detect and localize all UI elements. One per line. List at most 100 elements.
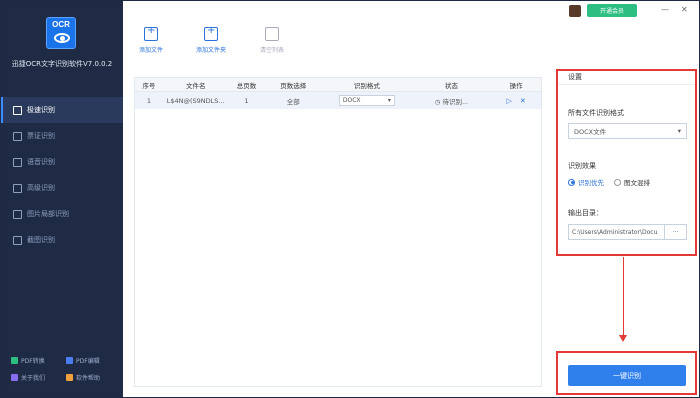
- sidebar-item-partial-recognition[interactable]: 图片局部识别: [1, 201, 123, 227]
- clear-list-label: 清空列表: [260, 47, 285, 54]
- format-value: DOCX: [342, 97, 361, 104]
- app-window: OCR 迅捷OCR文字识别软件V7.0.0.2 极速识别 票证识别 语音识别 高…: [0, 0, 700, 398]
- info-icon: [11, 374, 18, 381]
- sidebar: OCR 迅捷OCR文字识别软件V7.0.0.2 极速识别 票证识别 语音识别 高…: [1, 1, 123, 397]
- radio-dot: [614, 178, 621, 186]
- delete-icon[interactable]: ✕: [520, 97, 526, 105]
- effect-label: 识别效果: [568, 162, 596, 170]
- microphone-icon: [13, 157, 22, 167]
- vip-button[interactable]: 开通会员: [587, 4, 637, 17]
- pdf-edit-icon: [66, 357, 73, 364]
- minimize-icon[interactable]: —: [661, 5, 669, 14]
- col-index: 序号: [142, 81, 156, 90]
- col-actions: 操作: [509, 81, 523, 90]
- play-icon[interactable]: ▷: [506, 97, 511, 105]
- col-pages: 总页数: [236, 81, 257, 90]
- user-avatar[interactable]: [569, 5, 581, 17]
- add-file-button[interactable]: 添加文件: [139, 25, 164, 54]
- about-us-link[interactable]: 关于我们: [11, 373, 66, 382]
- radio-label: 图文混排: [624, 179, 650, 187]
- add-file-icon: [144, 25, 158, 41]
- output-path-input[interactable]: C:\Users\Administrator\Docu: [568, 224, 665, 240]
- format-dropdown[interactable]: DOCX文件 ▾: [568, 123, 687, 139]
- logo-text: OCR: [52, 20, 70, 29]
- bottom-links: PDF转换 PDF编辑 关于我们 软件帮助: [11, 356, 121, 382]
- sidebar-item-label: 高级识别: [27, 184, 55, 192]
- radio-label: 识别优先: [578, 179, 604, 187]
- annotation-arrow-head: [619, 335, 627, 342]
- advanced-icon: [13, 183, 22, 193]
- crop-icon: [13, 209, 22, 219]
- ocr-logo: OCR: [46, 17, 76, 49]
- radio-recognition-priority[interactable]: 识别优先: [568, 177, 604, 187]
- lightning-icon: [13, 105, 22, 115]
- clear-list-button[interactable]: 清空列表: [260, 27, 284, 54]
- row-actions: ▷ ✕: [491, 97, 541, 105]
- settings-title: 设置: [558, 71, 695, 85]
- trash-icon: [265, 27, 279, 41]
- row-filename: L$4N@(S9NDLS...: [166, 96, 225, 105]
- effect-radio-group: 识别优先 图文混排: [568, 177, 650, 187]
- link-label: 软件帮助: [76, 375, 101, 382]
- output-path-row: C:\Users\Administrator\Docu ···: [568, 224, 687, 240]
- row-status: 待识别...: [442, 97, 469, 106]
- recognize-label: 一键识别: [613, 371, 641, 380]
- vip-label: 开通会员: [599, 8, 624, 15]
- sidebar-item-fast-recognition[interactable]: 极速识别: [1, 97, 123, 123]
- row-status-cell: ◷ 待识别...: [412, 96, 492, 106]
- help-link[interactable]: 软件帮助: [66, 373, 121, 382]
- ticket-icon: [13, 131, 22, 141]
- sidebar-item-advanced-recognition[interactable]: 高级识别: [1, 175, 123, 201]
- add-file-label: 添加文件: [139, 47, 164, 54]
- sidebar-item-screenshot-recognition[interactable]: 截图识别: [1, 227, 123, 253]
- sidebar-item-label: 语音识别: [27, 158, 55, 166]
- format-dropdown-value: DOCX文件: [574, 128, 607, 136]
- format-label: 所有文件识别格式: [568, 109, 624, 117]
- file-table: 序号 文件名 总页数 页数选择 识别格式 状态 操作 1 L$4N@(S9NDL…: [134, 77, 542, 387]
- col-format: 识别格式: [353, 81, 380, 90]
- caret-down-icon: ▾: [677, 127, 681, 135]
- radio-dot: [568, 178, 575, 186]
- sidebar-item-ticket-recognition[interactable]: 票证识别: [1, 123, 123, 149]
- link-label: PDF编辑: [76, 358, 100, 365]
- toolbar: 添加文件 添加文件夹 清空列表: [123, 21, 699, 65]
- settings-panel: 设置 所有文件识别格式 DOCX文件 ▾ 识别效果 识别优先 图文混排 输出目录…: [556, 69, 697, 256]
- pdf-convert-link[interactable]: PDF转换: [11, 356, 66, 365]
- app-title: 迅捷OCR文字识别软件V7.0.0.2: [11, 60, 113, 68]
- row-format-cell: DOCX ▾: [322, 95, 412, 106]
- col-page-select: 页数选择: [280, 81, 307, 90]
- browse-button[interactable]: ···: [665, 224, 687, 240]
- add-folder-label: 添加文件夹: [196, 47, 227, 54]
- pdf-edit-link[interactable]: PDF编辑: [66, 356, 121, 365]
- col-status: 状态: [444, 81, 458, 90]
- format-select[interactable]: DOCX ▾: [338, 95, 395, 106]
- recognize-button[interactable]: 一键识别: [568, 365, 686, 386]
- title-bar: 开通会员 — ✕: [123, 1, 699, 21]
- output-label: 输出目录：: [568, 209, 603, 217]
- link-label: PDF转换: [21, 358, 45, 365]
- row-pages: 1: [244, 96, 249, 105]
- help-icon: [66, 374, 73, 381]
- radio-mixed-layout[interactable]: 图文混排: [614, 177, 650, 187]
- table-header: 序号 文件名 总页数 页数选择 识别格式 状态 操作: [135, 78, 541, 92]
- sidebar-item-label: 图片局部识别: [27, 210, 69, 218]
- sidebar-item-voice-recognition[interactable]: 语音识别: [1, 149, 123, 175]
- action-area: 一键识别: [556, 351, 697, 395]
- add-folder-button[interactable]: 添加文件夹: [196, 25, 227, 54]
- col-filename: 文件名: [185, 81, 206, 90]
- link-label: 关于我们: [21, 375, 46, 382]
- sidebar-item-label: 截图识别: [27, 236, 55, 244]
- table-row[interactable]: 1 L$4N@(S9NDLS... 1 全部 DOCX ▾ ◷ 待识别... ▷…: [135, 92, 541, 109]
- sidebar-item-label: 票证识别: [27, 132, 55, 140]
- sidebar-item-label: 极速识别: [27, 106, 55, 114]
- annotation-arrow-line: [623, 257, 624, 337]
- row-index: 1: [146, 96, 151, 105]
- screenshot-icon: [13, 235, 22, 245]
- row-page-select[interactable]: 全部: [264, 96, 322, 106]
- close-icon[interactable]: ✕: [681, 5, 688, 14]
- eye-icon: [54, 33, 70, 43]
- sidebar-nav: 极速识别 票证识别 语音识别 高级识别 图片局部识别 截图识别: [1, 97, 123, 253]
- add-folder-icon: [204, 25, 218, 41]
- chevron-down-icon: ▾: [387, 97, 391, 104]
- pdf-convert-icon: [11, 357, 18, 364]
